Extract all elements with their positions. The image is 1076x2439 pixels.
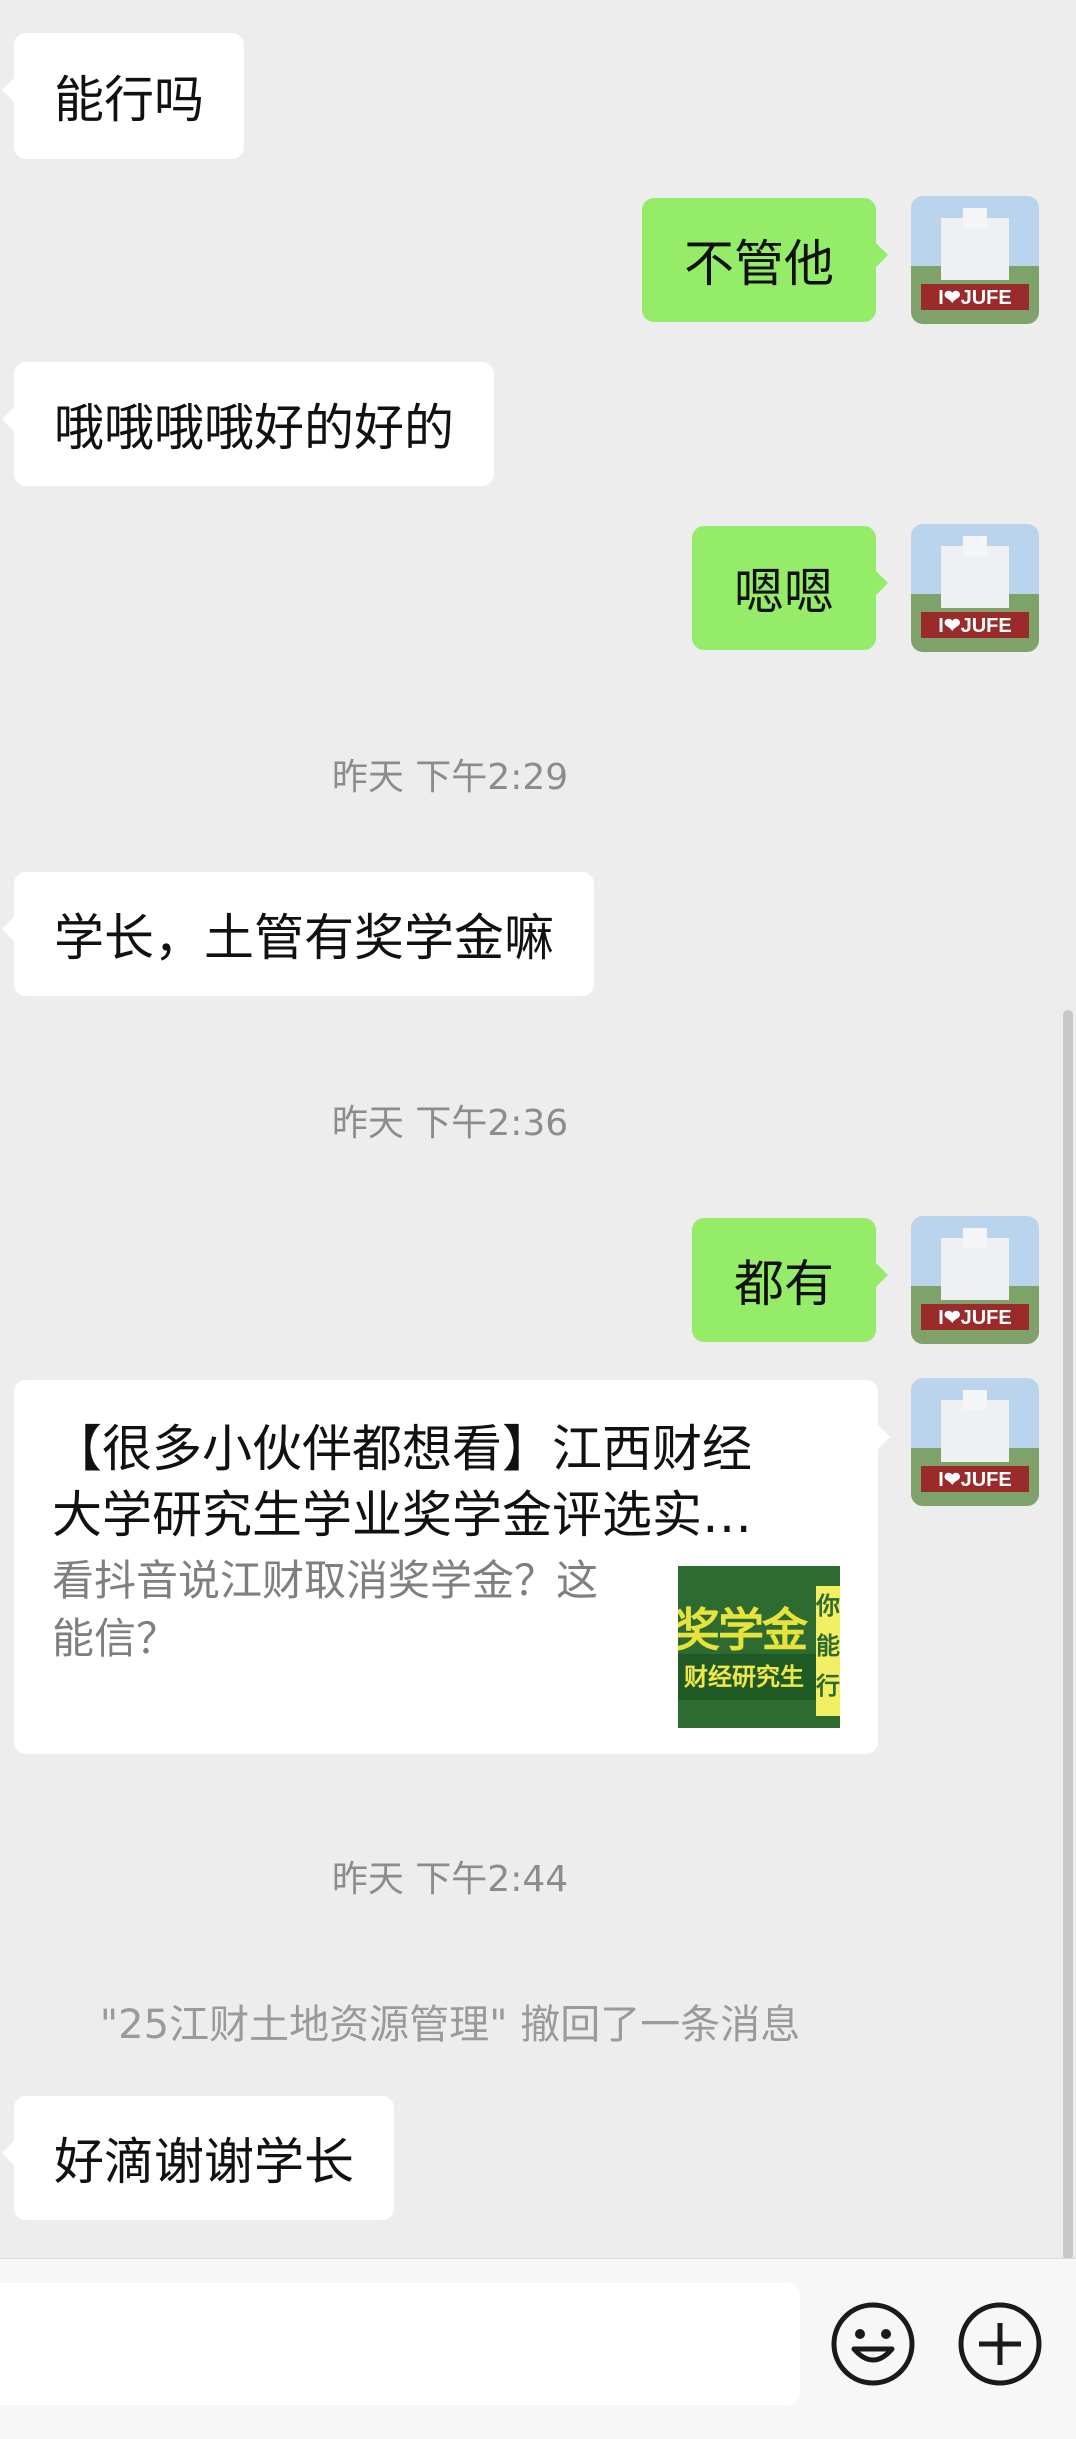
- my-avatar[interactable]: I❤JUFE: [911, 524, 1039, 652]
- emoji-icon[interactable]: [828, 2299, 918, 2389]
- plus-circle-icon[interactable]: [955, 2299, 1045, 2389]
- svg-text:I❤JUFE: I❤JUFE: [938, 615, 1011, 637]
- timestamp: 昨天 下午2:36: [331, 1103, 569, 1144]
- incoming-message[interactable]: 哦哦哦哦好的好的: [2, 362, 494, 486]
- timestamp: 昨天 下午2:44: [331, 1859, 569, 1900]
- shared-article-card[interactable]: 【很多小伙伴都想看】江西财经 大学研究生学业奖学金评选实… 看抖音说江财取消奖学…: [14, 1380, 890, 1754]
- my-avatar[interactable]: I❤JUFE: [911, 196, 1039, 324]
- thumbnail-headline: 奖学金: [678, 1603, 808, 1657]
- outgoing-message[interactable]: 嗯嗯: [692, 526, 888, 650]
- timestamp: 昨天 下午2:29: [331, 757, 569, 798]
- svg-text:I❤JUFE: I❤JUFE: [938, 1469, 1011, 1491]
- article-description-line: 看抖音说江财取消奖学金？这: [52, 1556, 599, 1605]
- thumbnail-band-text: 财经研究生: [678, 1654, 816, 1700]
- incoming-message[interactable]: 能行吗: [2, 33, 244, 159]
- message-input[interactable]: [0, 2283, 800, 2405]
- incoming-message[interactable]: 好滴谢谢学长: [2, 2096, 394, 2220]
- svg-text:I❤JUFE: I❤JUFE: [938, 287, 1011, 309]
- article-description: 看抖音说江财取消奖学金？这 能信？: [52, 1552, 652, 1668]
- article-title-line: 大学研究生学业奖学金评选实…: [52, 1486, 752, 1544]
- thumbnail-side-text: 你能行: [816, 1586, 840, 1716]
- outgoing-message[interactable]: 不管他: [642, 198, 888, 322]
- my-avatar[interactable]: I❤JUFE: [911, 1216, 1039, 1344]
- recall-notice: "25江财土地资源管理" 撤回了一条消息: [99, 2002, 801, 2048]
- article-title: 【很多小伙伴都想看】江西财经 大学研究生学业奖学金评选实…: [52, 1416, 852, 1548]
- outgoing-message[interactable]: 都有: [692, 1218, 888, 1342]
- scrollbar[interactable]: [1063, 1010, 1073, 2260]
- my-avatar[interactable]: I❤JUFE: [911, 1378, 1039, 1506]
- input-bar: [0, 2258, 1076, 2439]
- svg-text:I❤JUFE: I❤JUFE: [938, 1307, 1011, 1329]
- incoming-message[interactable]: 学长，土管有奖学金嘛: [2, 872, 594, 996]
- article-title-line: 【很多小伙伴都想看】江西财经: [52, 1420, 752, 1478]
- article-description-line: 能信？: [52, 1614, 179, 1663]
- article-thumbnail: 奖学金 财经研究生 你能行: [678, 1566, 840, 1728]
